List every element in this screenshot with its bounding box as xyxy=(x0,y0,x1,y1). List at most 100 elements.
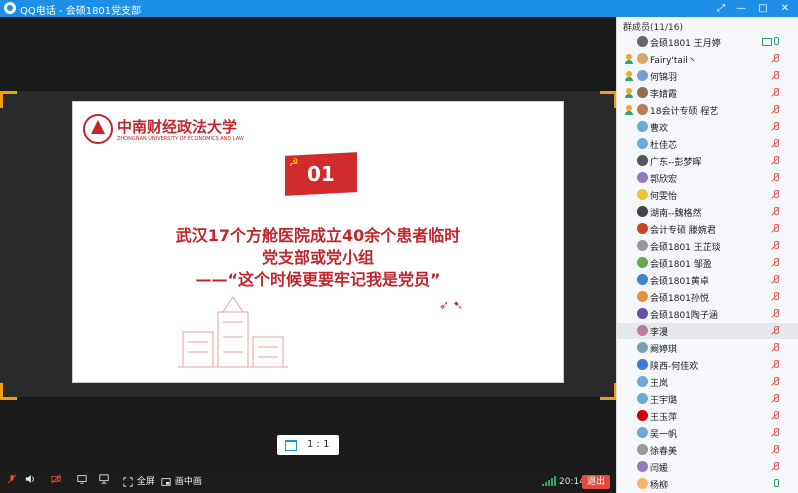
member-row[interactable]: 吴一帆 xyxy=(617,425,798,441)
mic-muted-icon xyxy=(771,377,780,387)
member-row[interactable]: 会硕1801 邹盈 xyxy=(617,255,798,271)
mic-muted-icon xyxy=(771,394,780,404)
member-name: 闫媛 xyxy=(650,464,669,474)
avatar xyxy=(637,36,648,47)
member-list-panel: 群成员(11/16) 会硕1801 王月婷 Fairy'tail丶 何锦羽 李婧霞 18… xyxy=(616,17,798,493)
slide-line-1: 武汉17个方舱医院成立40余个患者临时 xyxy=(175,226,461,245)
member-row[interactable]: 阚婷琪 xyxy=(617,340,798,356)
mic-muted-icon xyxy=(771,445,780,455)
building-sketch-icon xyxy=(178,296,288,368)
avatar xyxy=(637,393,648,404)
university-name: 中南财经政法大学 xyxy=(117,118,238,136)
member-name: 会计专硕 滕婉君 xyxy=(650,226,716,236)
close-button[interactable]: ✕ xyxy=(774,0,796,17)
share-screen-button[interactable] xyxy=(76,474,88,489)
fullscreen-icon xyxy=(123,476,133,487)
member-row[interactable]: 王宇璐 xyxy=(617,391,798,407)
member-row[interactable]: 会硕1801孙悦 xyxy=(617,289,798,305)
avatar xyxy=(637,291,648,302)
admin-user-icon xyxy=(625,54,633,64)
member-row[interactable]: 会计专硕 滕婉君 xyxy=(617,221,798,237)
member-row[interactable]: 杜佳芯 xyxy=(617,136,798,152)
member-row[interactable]: 闫媛 xyxy=(617,459,798,475)
member-row[interactable]: 会硕1801 王芷琰 xyxy=(617,238,798,254)
member-name: 吴一帆 xyxy=(650,430,678,440)
speaker-button[interactable] xyxy=(24,474,36,489)
mic-muted-icon xyxy=(771,428,780,438)
aspect-ratio-label: 1 : 1 xyxy=(307,439,330,450)
member-row[interactable]: 何雯怡 xyxy=(617,187,798,203)
member-name: 陕西-何佳欢 xyxy=(650,362,699,372)
avatar xyxy=(637,189,648,200)
member-row[interactable]: 王岚 xyxy=(617,374,798,390)
member-row[interactable]: 徐春美 xyxy=(617,442,798,458)
member-name: Fairy'tail丶 xyxy=(650,56,697,66)
member-row[interactable]: 杨柳 xyxy=(617,476,798,492)
member-row[interactable]: 湖南--魏格然 xyxy=(617,204,798,220)
admin-user-icon xyxy=(625,88,633,98)
mic-muted-icon xyxy=(771,190,780,200)
camera-button[interactable] xyxy=(50,474,62,489)
avatar xyxy=(637,444,648,455)
avatar xyxy=(637,87,648,98)
university-name-en: ZHONGNAN UNIVERSITY OF ECONOMICS AND LAW xyxy=(117,136,244,142)
avatar xyxy=(637,325,648,336)
badge-number: 01 xyxy=(307,162,335,186)
pip-label: 画中画 xyxy=(174,477,202,487)
maximize-button[interactable]: □ xyxy=(752,0,774,17)
member-name: 18会计专硕 程艺 xyxy=(650,107,719,117)
member-row[interactable]: 会硕1801陶子涵 xyxy=(617,306,798,322)
mic-muted-icon xyxy=(771,54,780,64)
member-name: 会硕1801孙悦 xyxy=(650,294,709,304)
avatar xyxy=(637,342,648,353)
member-row[interactable]: 会硕1801黄卓 xyxy=(617,272,798,288)
member-row[interactable]: 何锦羽 xyxy=(617,68,798,84)
member-row[interactable]: 会硕1801 王月婷 xyxy=(617,34,798,50)
slide-line-3: ——“这个时候更要牢记我是党员” xyxy=(195,270,441,289)
avatar xyxy=(637,206,648,217)
member-name: 广东--彭梦晖 xyxy=(650,158,702,168)
member-row[interactable]: 陕西-何佳欢 xyxy=(617,357,798,373)
mic-mute-button[interactable] xyxy=(6,474,18,489)
member-name: 会硕1801黄卓 xyxy=(650,277,709,287)
member-row[interactable]: 李婧霞 xyxy=(617,85,798,101)
window-title: QQ电话 - 会硕1801党支部 xyxy=(20,6,142,17)
qq-logo-icon xyxy=(4,2,16,14)
member-row[interactable]: Fairy'tail丶 xyxy=(617,51,798,67)
mic-muted-icon xyxy=(771,411,780,421)
mic-muted-icon xyxy=(771,275,780,285)
demo-button[interactable] xyxy=(98,474,110,489)
member-name: 王宇璐 xyxy=(650,396,678,406)
doves-icon: ➶ ➷ xyxy=(439,298,463,312)
avatar xyxy=(637,240,648,251)
slide-line-2: 党支部或党小组 xyxy=(261,248,374,267)
minimize-button[interactable]: — xyxy=(730,0,752,17)
frame-corner-tr xyxy=(600,91,617,108)
avatar xyxy=(637,53,648,64)
popout-button[interactable]: ⤢ xyxy=(710,0,732,17)
member-row[interactable]: 李漫 xyxy=(617,323,798,339)
avatar xyxy=(637,172,648,183)
presentation-icon xyxy=(99,474,109,484)
member-row[interactable]: 郭欣宏 xyxy=(617,170,798,186)
mic-on-icon xyxy=(771,37,780,47)
aspect-ratio-button[interactable]: 1 : 1 xyxy=(277,435,339,455)
avatar xyxy=(637,257,648,268)
fullscreen-button[interactable]: 全屏 xyxy=(122,474,155,489)
mic-muted-icon xyxy=(771,292,780,302)
mic-muted-icon xyxy=(771,122,780,132)
picture-in-picture-button[interactable]: 画中画 xyxy=(160,474,202,489)
mic-muted-icon xyxy=(771,139,780,149)
avatar xyxy=(637,478,648,489)
exit-call-button[interactable]: 退出 xyxy=(582,475,610,489)
mic-muted-icon xyxy=(771,258,780,268)
member-name: 李婧霞 xyxy=(650,90,678,100)
frame-corner-bl xyxy=(0,383,17,400)
member-name: 何锦羽 xyxy=(650,73,678,83)
member-row[interactable]: 广东--彭梦晖 xyxy=(617,153,798,169)
member-row[interactable]: 曹欢 xyxy=(617,119,798,135)
mic-muted-icon xyxy=(771,241,780,251)
member-row[interactable]: 18会计专硕 程艺 xyxy=(617,102,798,118)
member-name: 会硕1801 王月婷 xyxy=(650,39,721,49)
member-row[interactable]: 王玉萍 xyxy=(617,408,798,424)
